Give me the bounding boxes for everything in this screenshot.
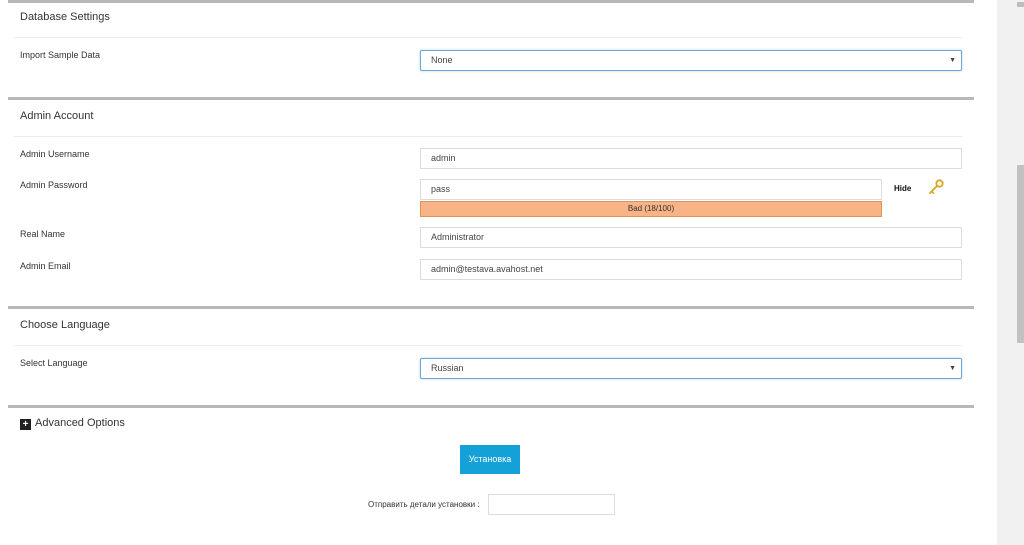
section-divider	[8, 0, 974, 3]
select-language-label: Select Language	[20, 358, 88, 368]
admin-password-label: Admin Password	[20, 180, 88, 190]
chevron-down-icon: ▼	[949, 57, 956, 64]
section-title-rule	[14, 345, 962, 346]
import-sample-data-label: Import Sample Data	[20, 50, 101, 60]
section-divider	[8, 306, 974, 309]
admin-account-title: Admin Account	[20, 110, 94, 122]
import-sample-data-select[interactable]: None ▼	[420, 50, 962, 71]
section-divider	[8, 97, 974, 100]
section-title-rule	[14, 37, 962, 38]
select-language-select[interactable]: Russian ▼	[420, 358, 962, 379]
section-divider	[8, 405, 974, 408]
install-button[interactable]: Установка	[460, 445, 520, 474]
admin-email-input[interactable]: admin@testava.avahost.net	[420, 259, 962, 280]
admin-username-input[interactable]: admin	[420, 148, 962, 169]
chevron-down-icon: ▼	[949, 365, 956, 372]
hide-password-link[interactable]: Hide	[894, 184, 911, 193]
scrollbar-arrow[interactable]	[1017, 2, 1024, 7]
select-language-value: Russian	[431, 363, 464, 373]
import-sample-data-value: None	[431, 55, 453, 65]
key-icon[interactable]	[928, 179, 944, 195]
password-strength-meter: Bad (18/100)	[420, 201, 882, 217]
admin-email-label: Admin Email	[20, 261, 71, 271]
admin-username-label: Admin Username	[20, 149, 90, 159]
send-details-input[interactable]	[488, 494, 615, 515]
choose-language-title: Choose Language	[20, 319, 110, 331]
plus-square-icon[interactable]: +	[20, 419, 31, 430]
admin-password-input[interactable]: pass	[420, 179, 882, 200]
send-details-label: Отправить детали установки :	[368, 500, 480, 509]
section-title-rule	[14, 136, 962, 137]
real-name-label: Real Name	[20, 229, 66, 239]
database-settings-title: Database Settings	[20, 11, 110, 23]
installer-form: Database Settings Import Sample Data Non…	[0, 0, 990, 545]
real-name-input[interactable]: Administrator	[420, 227, 962, 248]
advanced-options-toggle[interactable]: Advanced Options	[35, 417, 125, 429]
scrollbar-thumb[interactable]	[1017, 165, 1024, 343]
